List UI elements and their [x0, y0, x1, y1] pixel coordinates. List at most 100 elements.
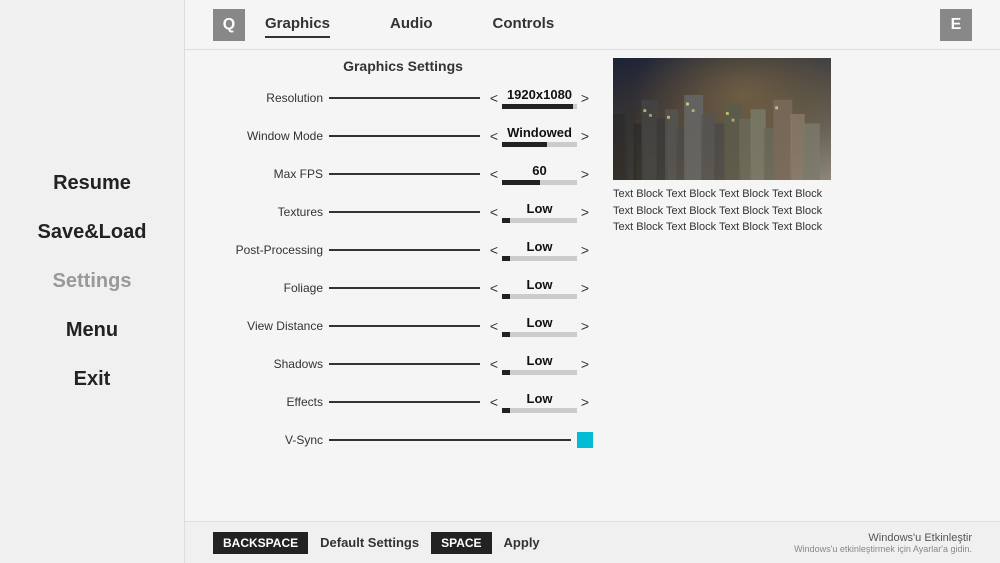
vsync-row: V-Sync — [213, 422, 593, 458]
setting-slider-fill-4 — [502, 256, 510, 261]
setting-row-shadows: Shadows < Low > — [213, 346, 593, 382]
setting-row-view-distance: View Distance < Low > — [213, 308, 593, 344]
setting-slider-fill-8 — [502, 408, 510, 413]
setting-line-5 — [329, 287, 480, 289]
windows-activate: Windows'u Etkinleştir Windows'u etkinleş… — [794, 532, 972, 554]
setting-slider-0 — [502, 104, 577, 109]
setting-line-4 — [329, 249, 480, 251]
e-button[interactable]: E — [940, 9, 972, 41]
setting-slider-fill-7 — [502, 370, 510, 375]
setting-label-2: Max FPS — [213, 167, 323, 181]
settings-rows: Resolution < 1920x1080 > Window Mode < W… — [213, 80, 593, 420]
setting-slider-5 — [502, 294, 577, 299]
setting-line-2 — [329, 173, 480, 175]
setting-arrow-right-0[interactable]: > — [577, 90, 593, 106]
vsync-label: V-Sync — [213, 433, 323, 447]
vsync-line — [329, 439, 571, 441]
setting-slider-fill-1 — [502, 142, 547, 147]
setting-slider-fill-5 — [502, 294, 510, 299]
nav-tab-audio[interactable]: Audio — [390, 11, 433, 38]
setting-label-7: Shadows — [213, 357, 323, 371]
q-button[interactable]: Q — [213, 9, 245, 41]
setting-label-1: Window Mode — [213, 129, 323, 143]
setting-line-6 — [329, 325, 480, 327]
setting-label-6: View Distance — [213, 319, 323, 333]
nav-tabs: Graphics Audio Controls — [265, 11, 940, 38]
setting-arrow-left-2[interactable]: < — [486, 166, 502, 182]
setting-slider-fill-3 — [502, 218, 510, 223]
setting-value-7: Low — [502, 353, 577, 368]
sidebar-item-saveload[interactable]: Save&Load — [0, 217, 184, 248]
setting-arrow-left-0[interactable]: < — [486, 90, 502, 106]
setting-label-8: Effects — [213, 395, 323, 409]
setting-row-resolution: Resolution < 1920x1080 > — [213, 80, 593, 116]
setting-line-0 — [329, 97, 480, 99]
settings-right: Text Block Text Block Text Block Text Bl… — [593, 58, 972, 458]
setting-value-box-8: Low — [502, 391, 577, 413]
setting-value-0: 1920x1080 — [502, 87, 577, 102]
vsync-toggle[interactable] — [577, 432, 593, 448]
setting-row-window-mode: Window Mode < Windowed > — [213, 118, 593, 154]
setting-arrow-right-1[interactable]: > — [577, 128, 593, 144]
setting-slider-fill-2 — [502, 180, 540, 185]
sidebar-item-resume[interactable]: Resume — [0, 168, 184, 199]
sidebar-item-settings[interactable]: Settings — [0, 266, 184, 297]
setting-arrow-right-3[interactable]: > — [577, 204, 593, 220]
setting-arrow-left-4[interactable]: < — [486, 242, 502, 258]
setting-slider-fill-6 — [502, 332, 510, 337]
setting-slider-7 — [502, 370, 577, 375]
apply-label: Apply — [504, 535, 540, 550]
setting-label-4: Post-Processing — [213, 243, 323, 257]
setting-value-6: Low — [502, 315, 577, 330]
sidebar-item-menu[interactable]: Menu — [0, 315, 184, 346]
setting-arrow-left-6[interactable]: < — [486, 318, 502, 334]
setting-arrow-right-8[interactable]: > — [577, 394, 593, 410]
space-button[interactable]: SPACE — [431, 532, 491, 554]
preview-text: Text Block Text Block Text Block Text Bl… — [613, 186, 831, 236]
bottom-bar: BACKSPACE Default Settings SPACE Apply W… — [185, 521, 1000, 563]
nav-tab-controls[interactable]: Controls — [493, 11, 555, 38]
backspace-button[interactable]: BACKSPACE — [213, 532, 308, 554]
setting-row-foliage: Foliage < Low > — [213, 270, 593, 306]
setting-arrow-right-2[interactable]: > — [577, 166, 593, 182]
setting-value-box-5: Low — [502, 277, 577, 299]
setting-slider-4 — [502, 256, 577, 261]
setting-arrow-right-5[interactable]: > — [577, 280, 593, 296]
setting-value-box-4: Low — [502, 239, 577, 261]
setting-slider-6 — [502, 332, 577, 337]
setting-slider-2 — [502, 180, 577, 185]
settings-panel: Graphics Settings Resolution < 1920x1080… — [185, 50, 1000, 466]
setting-value-8: Low — [502, 391, 577, 406]
setting-label-0: Resolution — [213, 91, 323, 105]
buildings-svg — [613, 95, 820, 180]
setting-slider-fill-0 — [502, 104, 573, 109]
setting-slider-1 — [502, 142, 577, 147]
main-content: Q Graphics Audio Controls E Graphics Setti… — [185, 0, 1000, 563]
setting-label-3: Textures — [213, 205, 323, 219]
setting-line-8 — [329, 401, 480, 403]
setting-arrow-left-1[interactable]: < — [486, 128, 502, 144]
setting-row-post-processing: Post-Processing < Low > — [213, 232, 593, 268]
nav-tab-graphics[interactable]: Graphics — [265, 11, 330, 38]
preview-image — [613, 58, 831, 180]
setting-line-7 — [329, 363, 480, 365]
setting-line-1 — [329, 135, 480, 137]
setting-line-3 — [329, 211, 480, 213]
setting-arrow-left-8[interactable]: < — [486, 394, 502, 410]
setting-slider-3 — [502, 218, 577, 223]
setting-arrow-right-7[interactable]: > — [577, 356, 593, 372]
setting-value-box-6: Low — [502, 315, 577, 337]
setting-arrow-left-5[interactable]: < — [486, 280, 502, 296]
default-settings-label: Default Settings — [320, 535, 419, 550]
top-nav: Q Graphics Audio Controls E — [185, 0, 1000, 50]
sidebar-item-exit[interactable]: Exit — [0, 364, 184, 395]
setting-value-box-3: Low — [502, 201, 577, 223]
sidebar: Resume Save&Load Settings Menu Exit — [0, 0, 185, 563]
setting-label-5: Foliage — [213, 281, 323, 295]
windows-activate-sub: Windows'u etkinleştirmek için Ayarlar'a … — [794, 544, 972, 554]
setting-arrow-left-3[interactable]: < — [486, 204, 502, 220]
setting-arrow-left-7[interactable]: < — [486, 356, 502, 372]
setting-arrow-right-6[interactable]: > — [577, 318, 593, 334]
setting-arrow-right-4[interactable]: > — [577, 242, 593, 258]
setting-row-effects: Effects < Low > — [213, 384, 593, 420]
